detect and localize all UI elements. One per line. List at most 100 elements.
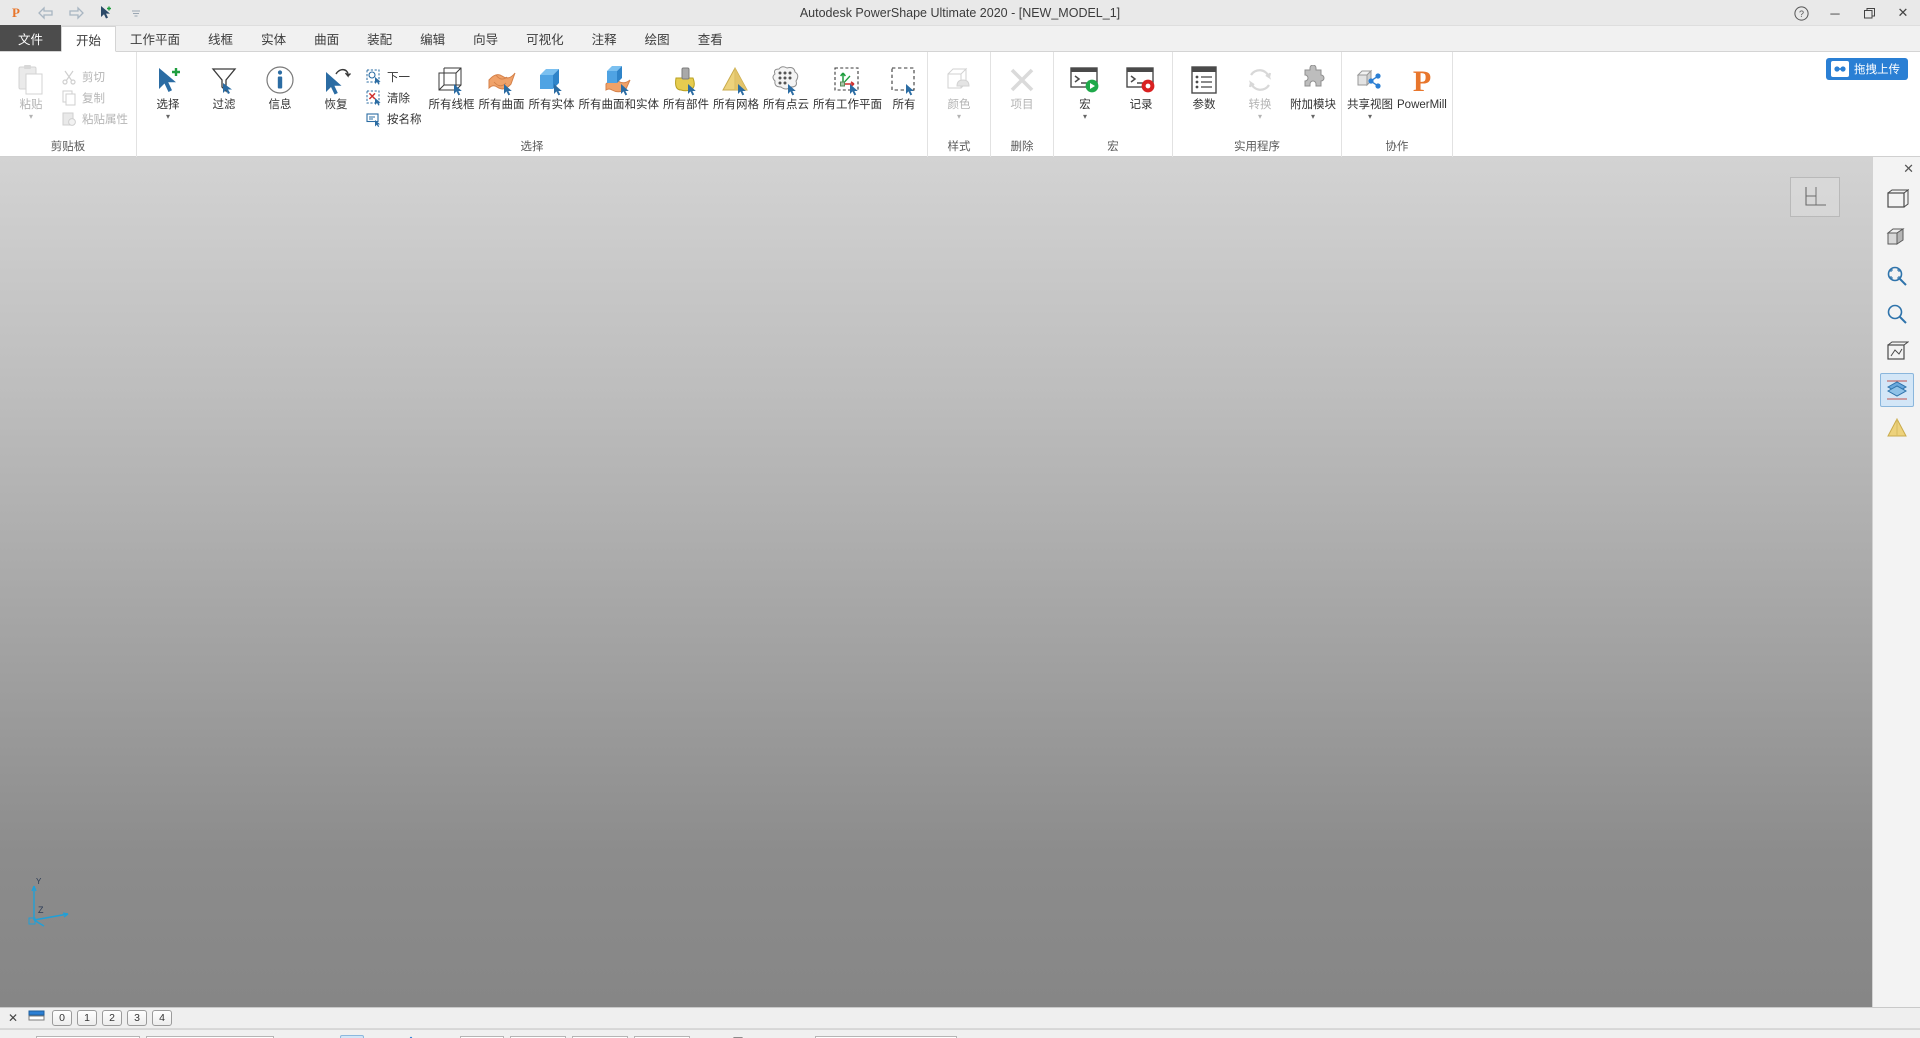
cut-button[interactable]: 剪切 <box>59 67 133 88</box>
share-view-icon <box>1353 61 1387 99</box>
macro-run-dropdown-arrow[interactable]: ▾ <box>1083 113 1087 121</box>
levels-icon[interactable] <box>28 1009 46 1028</box>
clear-selection-button[interactable]: 清除 <box>364 88 427 109</box>
addins-button[interactable]: 附加模块 ▾ <box>1288 57 1338 121</box>
measure-icon[interactable] <box>726 1035 750 1038</box>
macro-record-button[interactable]: 记录 <box>1113 57 1169 112</box>
level-bar[interactable]: ✕ 01234 <box>0 1007 1920 1029</box>
align-z-icon[interactable]: Z <box>340 1034 364 1038</box>
view-iso-box-icon[interactable] <box>1880 183 1914 217</box>
ribbon-tab-12[interactable]: 查看 <box>684 25 737 51</box>
all-surfaces-button[interactable]: 所有曲面 <box>477 57 527 112</box>
unlock-icon[interactable] <box>370 1035 394 1038</box>
info-icon <box>264 61 296 99</box>
level-chip-4[interactable]: 4 <box>152 1010 173 1026</box>
coordinate-tripod-icon[interactable] <box>6 1035 30 1038</box>
paste-dropdown-arrow[interactable]: ▾ <box>29 113 33 121</box>
close-button[interactable]: ✕ <box>1886 0 1920 26</box>
paste-button[interactable]: 粘贴 ▾ <box>3 57 59 121</box>
help-button[interactable]: ? <box>1784 0 1818 26</box>
shaded-view-icon[interactable] <box>1879 373 1914 407</box>
minimize-button[interactable]: ─ <box>1818 0 1852 26</box>
shaded-cube-icon[interactable] <box>1880 221 1914 255</box>
copy-button[interactable]: 复制 <box>59 88 133 109</box>
ribbon-tab-8[interactable]: 向导 <box>459 25 512 51</box>
all-point-clouds-button[interactable]: 所有点云 <box>761 57 811 112</box>
info-button[interactable]: 信息 <box>252 57 308 112</box>
dynamic-rotate-icon[interactable] <box>400 1035 424 1038</box>
ribbon-tab-1[interactable]: 开始 <box>61 26 117 52</box>
restore-selection-button[interactable]: 恢复 <box>308 57 364 112</box>
parameters-button[interactable]: 参数 <box>1176 57 1232 112</box>
paste-special-button[interactable]: 粘贴属性 <box>59 109 133 130</box>
color-dropdown-arrow[interactable]: ▾ <box>957 113 961 121</box>
all-workplanes-button[interactable]: 所有工作平面 <box>811 57 884 112</box>
drag-upload-button[interactable]: 拖拽上传 <box>1826 58 1908 80</box>
dynamic-view-icon[interactable] <box>1880 411 1914 445</box>
restore-button[interactable] <box>1852 0 1886 26</box>
3d-viewport[interactable]: Y Z ✕ <box>0 157 1920 1007</box>
convert-button[interactable]: 转换 ▾ <box>1232 57 1288 121</box>
all-wireframe-button[interactable]: 所有线框 <box>427 57 477 112</box>
all-surfaces-and-solids-button[interactable]: 所有曲面和实体 <box>577 57 662 112</box>
ribbon-tab-strip[interactable]: 文件 开始 工作平面 线框 实体 曲面 装配 编辑 向导 可视化 注释 绘图 查看 <box>0 25 1920 52</box>
ribbon-tab-3[interactable]: 线框 <box>194 25 247 51</box>
ribbon-tab-6[interactable]: 装配 <box>353 25 406 51</box>
select-plus-icon[interactable] <box>96 3 116 23</box>
all-meshes-button[interactable]: 所有网格 <box>711 57 761 112</box>
undo-icon[interactable] <box>36 3 56 23</box>
view-plane-icon[interactable] <box>1880 335 1914 369</box>
filter-button[interactable]: 过滤 <box>196 57 252 112</box>
level-chip-2[interactable]: 2 <box>102 1010 123 1026</box>
redo-icon[interactable] <box>66 3 86 23</box>
powermill-button[interactable]: P PowerMill <box>1395 57 1449 112</box>
ribbon-tab-9[interactable]: 可视化 <box>512 25 578 51</box>
principal-plane-icon[interactable] <box>696 1035 720 1038</box>
level-chip-3[interactable]: 3 <box>127 1010 148 1026</box>
powershape-logo-icon[interactable]: P <box>6 3 26 23</box>
ribbon-tab-0[interactable]: 文件 <box>0 25 62 51</box>
clear-selection-label: 清除 <box>387 93 410 105</box>
select-dropdown-arrow[interactable]: ▾ <box>166 113 170 121</box>
select-next-button[interactable]: 下一 <box>364 67 427 88</box>
delete-item-button[interactable]: 项目 <box>994 57 1050 112</box>
view-tool-rail[interactable]: ✕ <box>1872 157 1920 1007</box>
share-view-label: 共享视图 <box>1347 99 1393 111</box>
ribbon-tab-5[interactable]: 曲面 <box>300 25 353 51</box>
all-components-button[interactable]: 所有部件 <box>661 57 711 112</box>
ribbon-tab-7[interactable]: 编辑 <box>406 25 459 51</box>
customize-qat-icon[interactable] <box>126 3 146 23</box>
quick-access-toolbar[interactable]: P <box>0 0 146 26</box>
ribbon-group-clipboard: 粘贴 ▾ 剪切 复制 粘贴属性 剪贴板 <box>0 52 137 157</box>
macro-run-button[interactable]: 宏 ▾ <box>1057 57 1113 121</box>
rail-close-icon[interactable]: ✕ <box>1903 161 1914 177</box>
view-cube[interactable] <box>1790 177 1840 217</box>
ribbon-group-collaborate: 共享视图 ▾ P PowerMill 协作 <box>1342 52 1453 157</box>
share-view-dropdown-arrow[interactable]: ▾ <box>1368 113 1372 121</box>
convert-dropdown-arrow[interactable]: ▾ <box>1258 113 1262 121</box>
all-solids-button[interactable]: 所有实体 <box>527 57 577 112</box>
level-chip-1[interactable]: 1 <box>77 1010 98 1026</box>
level-chips[interactable]: 01234 <box>52 1010 173 1026</box>
select-button[interactable]: 选择 ▾ <box>140 57 196 121</box>
window-controls[interactable]: ? ─ ✕ <box>1784 0 1920 26</box>
all-solids-icon <box>535 61 569 99</box>
all-button[interactable]: 所有 <box>884 57 924 112</box>
zoom-icon[interactable] <box>1880 297 1914 331</box>
addins-dropdown-arrow[interactable]: ▾ <box>1311 113 1315 121</box>
drag-upload-icon <box>1831 61 1849 77</box>
color-button[interactable]: 颜色 ▾ <box>931 57 987 121</box>
ribbon-tab-10[interactable]: 注释 <box>578 25 631 51</box>
align-y-icon[interactable]: Y <box>310 1035 334 1038</box>
ribbon-tab-2[interactable]: 工作平面 <box>116 25 194 51</box>
level-chip-0[interactable]: 0 <box>52 1010 73 1026</box>
status-bar[interactable]: 世界坐标系 ▾ 0 : General ▾ X Y Z 14.1831 -53.… <box>0 1029 1920 1038</box>
ribbon-tab-4[interactable]: 实体 <box>247 25 300 51</box>
align-x-icon[interactable]: X <box>280 1035 304 1038</box>
select-by-name-button[interactable]: 按名称 <box>364 109 427 130</box>
level-bar-close-icon[interactable]: ✕ <box>8 1011 22 1025</box>
zoom-fit-icon[interactable] <box>1880 259 1914 293</box>
grid-icon[interactable] <box>430 1035 454 1038</box>
ribbon-tab-11[interactable]: 绘图 <box>631 25 684 51</box>
share-view-button[interactable]: 共享视图 ▾ <box>1345 57 1395 121</box>
